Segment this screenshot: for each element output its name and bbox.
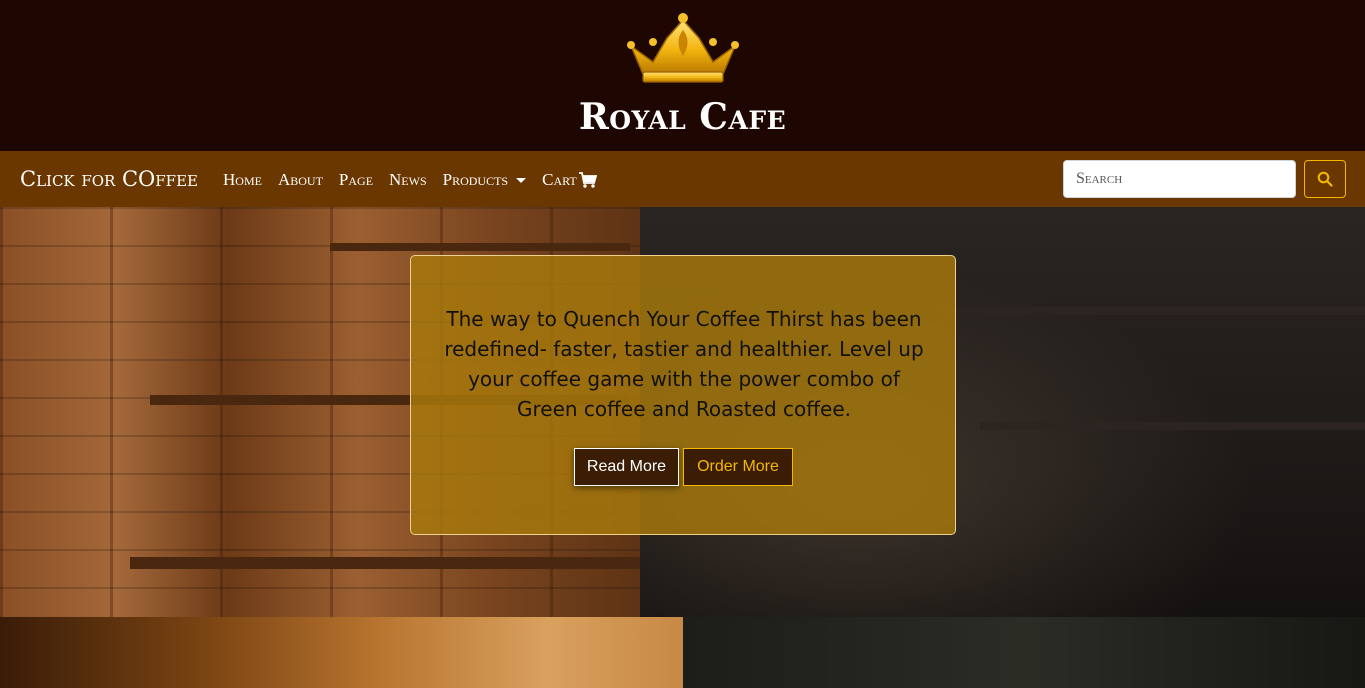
wood-shelf [130,557,650,569]
brand-title: Royal Cafe [578,96,787,138]
chevron-down-icon [516,177,527,183]
hero-card: The way to Quench Your Coffee Thirst has… [410,255,956,535]
nav-link-products-label: Products [442,170,509,189]
nav-link-products-dropdown[interactable]: Products [442,170,527,190]
dark-shelf [980,422,1365,430]
feature-image-left [0,617,683,688]
navbar-brand-link[interactable]: Click for COffee [20,167,198,191]
nav-links: Home About Page News Products Cart [223,170,613,190]
nav-link-news[interactable]: News [389,170,427,190]
search-button[interactable] [1304,160,1346,198]
nav-link-cart[interactable]: Cart [542,170,597,190]
shopping-cart-icon [578,172,597,188]
search-input[interactable] [1063,160,1296,198]
hero-section: The way to Quench Your Coffee Thirst has… [0,207,1365,617]
dark-shelf [940,307,1365,315]
read-more-button[interactable]: Read More [574,448,679,486]
brand-header: Royal Cafe [0,0,1365,151]
feature-image-right [683,617,1365,688]
order-more-button[interactable]: Order More [683,448,793,486]
wood-shelf [330,243,630,251]
hero-text: The way to Quench Your Coffee Thirst has… [444,307,924,421]
nav-link-home[interactable]: Home [223,170,262,190]
nav-link-cart-label: Cart [542,170,577,189]
search-icon [1317,171,1333,187]
crown-icon [627,13,739,83]
nav-link-page[interactable]: Page [339,170,373,190]
nav-link-about[interactable]: About [278,170,323,190]
